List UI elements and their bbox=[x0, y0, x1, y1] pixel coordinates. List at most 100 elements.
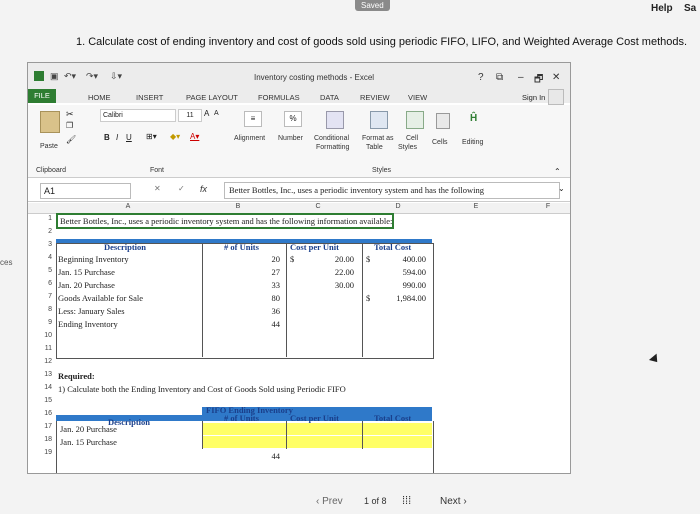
table1-total[interactable]: 594.00 bbox=[388, 267, 426, 277]
shrink-font-button[interactable]: A bbox=[214, 110, 219, 117]
cell-a1[interactable]: Better Bottles, Inc., uses a periodic in… bbox=[56, 213, 395, 229]
tab-page-layout[interactable]: PAGE LAYOUT bbox=[186, 93, 238, 102]
undo-icon[interactable]: ↶▾ bbox=[64, 71, 76, 82]
row-number[interactable]: 16 bbox=[40, 410, 52, 417]
row-number[interactable]: 15 bbox=[40, 397, 52, 404]
formatting-label[interactable]: Formatting bbox=[316, 144, 349, 151]
help-link[interactable]: Help bbox=[651, 3, 673, 14]
tab-formulas[interactable]: FORMULAS bbox=[258, 93, 300, 102]
spreadsheet-grid[interactable]: A B C D E F 1 2 3 4 5 6 7 8 9 10 11 12 1… bbox=[28, 203, 570, 473]
row-number[interactable]: 10 bbox=[40, 332, 52, 339]
cut-icon[interactable]: ✂ bbox=[66, 109, 74, 120]
row-number[interactable]: 5 bbox=[40, 267, 52, 274]
col-d-header[interactable]: D bbox=[388, 203, 408, 213]
avatar[interactable] bbox=[548, 89, 564, 105]
insert-function-button[interactable]: fx bbox=[200, 184, 207, 194]
format-painter-icon[interactable]: 🖌 bbox=[66, 135, 76, 144]
customize-qat-icon[interactable]: ⇩▾ bbox=[110, 71, 122, 82]
row-number[interactable]: 11 bbox=[40, 345, 52, 352]
tab-home[interactable]: HOME bbox=[88, 93, 111, 102]
table1-total[interactable]: 400.00 bbox=[388, 254, 426, 264]
col-e-header[interactable]: E bbox=[466, 203, 486, 213]
expand-formula-icon[interactable]: ⌄ bbox=[558, 184, 565, 193]
table1-units[interactable]: 27 bbox=[264, 267, 281, 277]
col-c-header[interactable]: C bbox=[308, 203, 328, 213]
copy-icon[interactable]: ❐ bbox=[66, 121, 73, 130]
save-icon[interactable]: ▣ bbox=[50, 71, 59, 82]
cells-button[interactable]: Cells bbox=[432, 139, 448, 146]
format-as-label[interactable]: Format as bbox=[362, 135, 394, 142]
font-name-select[interactable]: Calibri bbox=[100, 109, 176, 122]
italic-button[interactable]: I bbox=[116, 133, 118, 142]
underline-button[interactable]: U bbox=[126, 133, 132, 142]
table2-input-row[interactable] bbox=[202, 423, 432, 435]
styles-button-label[interactable]: Styles bbox=[398, 144, 417, 151]
table1-units[interactable]: 44 bbox=[264, 319, 281, 329]
table1-total[interactable]: 990.00 bbox=[388, 280, 426, 290]
table-label[interactable]: Table bbox=[366, 144, 383, 151]
table1-desc[interactable]: Jan. 20 Purchase bbox=[58, 280, 115, 290]
tab-data[interactable]: DATA bbox=[320, 93, 339, 102]
row-number[interactable]: 3 bbox=[40, 241, 52, 248]
row-number[interactable]: 4 bbox=[40, 254, 52, 261]
paste-icon[interactable] bbox=[40, 111, 60, 133]
table1-units[interactable]: 33 bbox=[264, 280, 281, 290]
required-item-1[interactable]: 1) Calculate both the Ending Inventory a… bbox=[58, 384, 346, 394]
redo-icon[interactable]: ↷▾ bbox=[86, 71, 98, 82]
confirm-entry-icon[interactable]: ✓ bbox=[178, 184, 185, 193]
tab-insert[interactable]: INSERT bbox=[136, 93, 163, 102]
prev-button[interactable]: ‹ Prev bbox=[316, 496, 343, 507]
alignment-icon[interactable]: ≡ bbox=[244, 111, 262, 127]
number-button[interactable]: Number bbox=[278, 135, 303, 142]
row-number[interactable]: 7 bbox=[40, 293, 52, 300]
table1-desc[interactable]: Jan. 15 Purchase bbox=[58, 267, 115, 277]
row-number[interactable]: 9 bbox=[40, 319, 52, 326]
save-link-cut[interactable]: Sa bbox=[684, 3, 696, 14]
col-a-header[interactable]: A bbox=[118, 203, 138, 213]
table2-desc[interactable]: Jan. 15 Purchase bbox=[60, 437, 117, 447]
cell-label[interactable]: Cell bbox=[406, 135, 418, 142]
row-number[interactable]: 2 bbox=[40, 228, 52, 235]
table1-units[interactable]: 80 bbox=[264, 293, 281, 303]
table1-desc[interactable]: Less: January Sales bbox=[58, 306, 125, 316]
row-number[interactable]: 6 bbox=[40, 280, 52, 287]
conditional-formatting-icon[interactable] bbox=[326, 111, 344, 129]
name-box[interactable]: A1 bbox=[40, 183, 131, 199]
help-icon[interactable]: ? bbox=[478, 72, 484, 83]
table1-desc[interactable]: Beginning Inventory bbox=[58, 254, 129, 264]
table2-input-row[interactable] bbox=[202, 436, 432, 448]
table1-total[interactable]: 1,984.00 bbox=[388, 293, 426, 303]
table1-units[interactable]: 20 bbox=[264, 254, 281, 264]
table1-cpu[interactable]: 20.00 bbox=[324, 254, 354, 264]
col-f-header[interactable]: F bbox=[538, 203, 558, 213]
alignment-button[interactable]: Alignment bbox=[234, 135, 265, 142]
restore-icon[interactable]: 🗗 bbox=[534, 72, 543, 89]
row-number[interactable]: 8 bbox=[40, 306, 52, 313]
editing-icon[interactable]: Ĥ bbox=[470, 113, 477, 124]
conditional-formatting-label[interactable]: Conditional bbox=[314, 135, 349, 142]
ribbon-display-icon[interactable]: ⧉ bbox=[496, 72, 503, 83]
row-number[interactable]: 14 bbox=[40, 384, 52, 391]
grow-font-button[interactable]: A bbox=[204, 109, 209, 118]
format-as-table-icon[interactable] bbox=[370, 111, 388, 129]
font-color-icon[interactable]: A▾ bbox=[190, 132, 199, 141]
table1-desc[interactable]: Goods Available for Sale bbox=[58, 293, 143, 303]
grid-menu-icon[interactable]: ⁞⁞⁞ bbox=[402, 495, 411, 507]
required-label[interactable]: Required: bbox=[58, 371, 95, 381]
cancel-entry-icon[interactable]: ✕ bbox=[154, 184, 161, 193]
table2-total-units[interactable]: 44 bbox=[264, 451, 281, 461]
tab-file[interactable]: FILE bbox=[28, 89, 56, 103]
collapse-ribbon-icon[interactable]: ⌃ bbox=[554, 167, 561, 176]
bold-button[interactable]: B bbox=[104, 133, 110, 142]
row-number[interactable]: 17 bbox=[40, 423, 52, 430]
close-icon[interactable]: ✕ bbox=[552, 72, 560, 83]
table2-desc[interactable]: Jan. 20 Purchase bbox=[60, 424, 117, 434]
editing-button[interactable]: Editing bbox=[462, 139, 483, 146]
col-b-header[interactable]: B bbox=[228, 203, 248, 213]
cell-styles-icon[interactable] bbox=[406, 111, 424, 129]
fill-color-icon[interactable]: ◆▾ bbox=[170, 132, 180, 141]
paste-button[interactable]: Paste bbox=[40, 143, 58, 150]
table1-desc[interactable]: Ending Inventory bbox=[58, 319, 118, 329]
row-number[interactable]: 12 bbox=[40, 358, 52, 365]
row-number[interactable]: 1 bbox=[40, 215, 52, 222]
